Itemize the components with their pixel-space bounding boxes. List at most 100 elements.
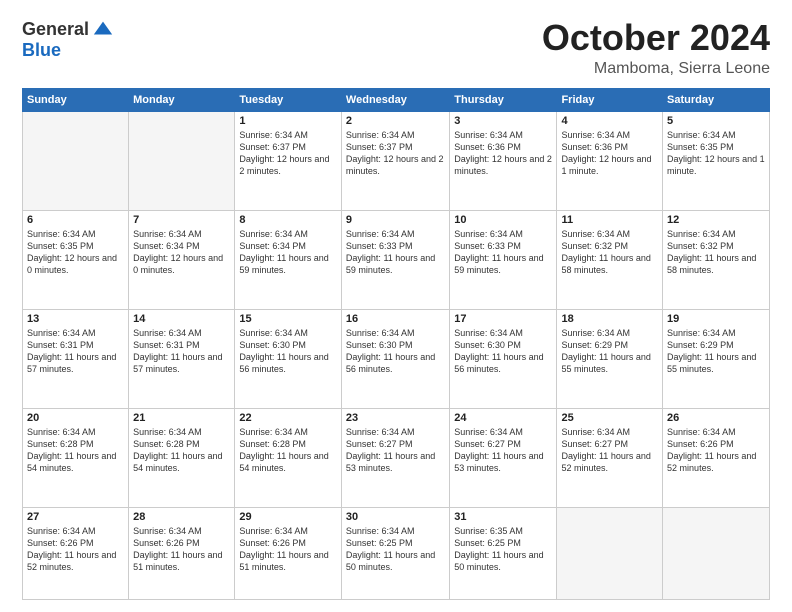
day-cell bbox=[557, 508, 663, 600]
day-info: Sunrise: 6:34 AM Sunset: 6:29 PM Dayligh… bbox=[667, 327, 765, 376]
day-number: 29 bbox=[239, 511, 337, 523]
day-info: Sunrise: 6:34 AM Sunset: 6:35 PM Dayligh… bbox=[667, 129, 765, 178]
logo-icon bbox=[92, 18, 114, 40]
day-cell: 14 Sunrise: 6:34 AM Sunset: 6:31 PM Dayli… bbox=[129, 309, 235, 408]
day-number: 6 bbox=[27, 214, 124, 226]
day-info: Sunrise: 6:34 AM Sunset: 6:29 PM Dayligh… bbox=[561, 327, 658, 376]
day-cell: 8 Sunrise: 6:34 AM Sunset: 6:34 PM Daylig… bbox=[235, 210, 342, 309]
day-cell: 16 Sunrise: 6:34 AM Sunset: 6:30 PM Dayli… bbox=[341, 309, 449, 408]
month-title: October 2024 bbox=[542, 18, 770, 58]
week-row-2: 6 Sunrise: 6:34 AM Sunset: 6:35 PM Daylig… bbox=[23, 210, 770, 309]
header: General Blue October 2024 Mamboma, Sierr… bbox=[22, 18, 770, 78]
day-info: Sunrise: 6:34 AM Sunset: 6:30 PM Dayligh… bbox=[239, 327, 337, 376]
day-number: 27 bbox=[27, 511, 124, 523]
day-info: Sunrise: 6:34 AM Sunset: 6:26 PM Dayligh… bbox=[667, 426, 765, 475]
day-info: Sunrise: 6:34 AM Sunset: 6:31 PM Dayligh… bbox=[27, 327, 124, 376]
calendar-header-friday: Friday bbox=[557, 88, 663, 111]
day-number: 11 bbox=[561, 214, 658, 226]
day-cell: 27Sunrise: 6:34 AM Sunset: 6:26 PM Dayli… bbox=[23, 508, 129, 600]
day-info: Sunrise: 6:34 AM Sunset: 6:28 PM Dayligh… bbox=[133, 426, 230, 475]
day-number: 30 bbox=[346, 511, 445, 523]
day-number: 26 bbox=[667, 412, 765, 424]
day-number: 10 bbox=[454, 214, 552, 226]
day-number: 21 bbox=[133, 412, 230, 424]
calendar-header-thursday: Thursday bbox=[450, 88, 557, 111]
day-cell: 5 Sunrise: 6:34 AM Sunset: 6:35 PM Daylig… bbox=[663, 111, 770, 210]
day-number: 1 bbox=[239, 115, 337, 127]
day-cell: 20 Sunrise: 6:34 AM Sunset: 6:28 PM Dayli… bbox=[23, 408, 129, 507]
day-number: 23 bbox=[346, 412, 445, 424]
calendar-header-saturday: Saturday bbox=[663, 88, 770, 111]
day-info: Sunrise: 6:34 AM Sunset: 6:35 PM Dayligh… bbox=[27, 228, 124, 277]
day-number: 15 bbox=[239, 313, 337, 325]
day-info: Sunrise: 6:34 AM Sunset: 6:30 PM Dayligh… bbox=[454, 327, 552, 376]
day-cell: 30Sunrise: 6:34 AM Sunset: 6:25 PM Dayli… bbox=[341, 508, 449, 600]
location-title: Mamboma, Sierra Leone bbox=[542, 60, 770, 78]
day-number: 2 bbox=[346, 115, 445, 127]
day-cell: 21 Sunrise: 6:34 AM Sunset: 6:28 PM Dayli… bbox=[129, 408, 235, 507]
day-info: Sunrise: 6:34 AM Sunset: 6:37 PM Dayligh… bbox=[239, 129, 337, 178]
day-info: Sunrise: 6:34 AM Sunset: 6:32 PM Dayligh… bbox=[561, 228, 658, 277]
day-number: 8 bbox=[239, 214, 337, 226]
week-row-5: 27 Sunrise: 6:34 AM Sunset: 6:26 PM Dayli… bbox=[23, 508, 770, 600]
day-info: Sunrise: 6:34 AM Sunset: 6:30 PM Dayligh… bbox=[346, 327, 445, 376]
day-number: 17 bbox=[454, 313, 552, 325]
day-number: 18 bbox=[561, 313, 658, 325]
day-cell: 15 Sunrise: 6:34 AM Sunset: 6:30 PM Dayli… bbox=[235, 309, 342, 408]
day-info: Sunrise: 6:35 AM Sunset: 6:25 PM Dayligh… bbox=[454, 525, 552, 574]
day-cell bbox=[23, 111, 129, 210]
day-cell: 29 Sunrise: 6:34 AM Sunset: 6:26 PM Dayli… bbox=[235, 508, 342, 600]
day-info: Sunrise: 6:34 AM Sunset: 6:33 PM Dayligh… bbox=[454, 228, 552, 277]
day-cell bbox=[663, 508, 770, 600]
day-cell: 9 Sunrise: 6:34 AM Sunset: 6:33 PM Daylig… bbox=[341, 210, 449, 309]
day-number: 3 bbox=[454, 115, 552, 127]
day-cell: 7 Sunrise: 6:34 AM Sunset: 6:34 PM Daylig… bbox=[129, 210, 235, 309]
day-number: 25 bbox=[561, 412, 658, 424]
title-block: October 2024 Mamboma, Sierra Leone bbox=[542, 18, 770, 78]
day-number: 19 bbox=[667, 313, 765, 325]
day-info: Sunrise: 6:34 AM Sunset: 6:26 PM Dayligh… bbox=[239, 525, 337, 574]
day-number: 4 bbox=[561, 115, 658, 127]
day-info: Sunrise: 6:34 AM Sunset: 6:34 PM Dayligh… bbox=[239, 228, 337, 277]
calendar-table: SundayMondayTuesdayWednesdayThursdayFrid… bbox=[22, 88, 770, 600]
day-number: 14 bbox=[133, 313, 230, 325]
day-info: Sunrise: 6:34 AM Sunset: 6:28 PM Dayligh… bbox=[239, 426, 337, 475]
day-info: Sunrise: 6:34 AM Sunset: 6:27 PM Dayligh… bbox=[454, 426, 552, 475]
day-number: 12 bbox=[667, 214, 765, 226]
day-number: 16 bbox=[346, 313, 445, 325]
day-number: 28 bbox=[133, 511, 230, 523]
day-info: Sunrise: 6:34 AM Sunset: 6:28 PM Dayligh… bbox=[27, 426, 124, 475]
day-info: Sunrise: 6:34 AM Sunset: 6:32 PM Dayligh… bbox=[667, 228, 765, 277]
calendar-header-wednesday: Wednesday bbox=[341, 88, 449, 111]
day-cell: 3Sunrise: 6:34 AM Sunset: 6:36 PM Daylig… bbox=[450, 111, 557, 210]
day-cell: 18 Sunrise: 6:34 AM Sunset: 6:29 PM Dayli… bbox=[557, 309, 663, 408]
day-number: 20 bbox=[27, 412, 124, 424]
day-number: 7 bbox=[133, 214, 230, 226]
day-number: 9 bbox=[346, 214, 445, 226]
day-number: 31 bbox=[454, 511, 552, 523]
day-cell: 10 Sunrise: 6:34 AM Sunset: 6:33 PM Dayli… bbox=[450, 210, 557, 309]
calendar-header-tuesday: Tuesday bbox=[235, 88, 342, 111]
day-cell: 13Sunrise: 6:34 AM Sunset: 6:31 PM Dayli… bbox=[23, 309, 129, 408]
day-cell: 22 Sunrise: 6:34 AM Sunset: 6:28 PM Dayli… bbox=[235, 408, 342, 507]
day-info: Sunrise: 6:34 AM Sunset: 6:27 PM Dayligh… bbox=[346, 426, 445, 475]
week-row-4: 20 Sunrise: 6:34 AM Sunset: 6:28 PM Dayli… bbox=[23, 408, 770, 507]
day-info: Sunrise: 6:34 AM Sunset: 6:26 PM Dayligh… bbox=[133, 525, 230, 574]
day-cell: 19 Sunrise: 6:34 AM Sunset: 6:29 PM Dayli… bbox=[663, 309, 770, 408]
day-cell: 23 Sunrise: 6:34 AM Sunset: 6:27 PM Dayli… bbox=[341, 408, 449, 507]
day-cell: 31 Sunrise: 6:35 AM Sunset: 6:25 PM Dayli… bbox=[450, 508, 557, 600]
day-cell: 28 Sunrise: 6:34 AM Sunset: 6:26 PM Dayli… bbox=[129, 508, 235, 600]
day-cell: 26 Sunrise: 6:34 AM Sunset: 6:26 PM Dayli… bbox=[663, 408, 770, 507]
day-info: Sunrise: 6:34 AM Sunset: 6:34 PM Dayligh… bbox=[133, 228, 230, 277]
day-cell: 1 Sunrise: 6:34 AM Sunset: 6:37 PM Daylig… bbox=[235, 111, 342, 210]
page: General Blue October 2024 Mamboma, Sierr… bbox=[0, 0, 792, 612]
day-cell: 2Sunrise: 6:34 AM Sunset: 6:37 PM Daylig… bbox=[341, 111, 449, 210]
day-info: Sunrise: 6:34 AM Sunset: 6:31 PM Dayligh… bbox=[133, 327, 230, 376]
day-number: 5 bbox=[667, 115, 765, 127]
week-row-3: 13Sunrise: 6:34 AM Sunset: 6:31 PM Dayli… bbox=[23, 309, 770, 408]
day-info: Sunrise: 6:34 AM Sunset: 6:33 PM Dayligh… bbox=[346, 228, 445, 277]
day-number: 22 bbox=[239, 412, 337, 424]
day-cell: 6 Sunrise: 6:34 AM Sunset: 6:35 PM Daylig… bbox=[23, 210, 129, 309]
day-cell: 24Sunrise: 6:34 AM Sunset: 6:27 PM Dayli… bbox=[450, 408, 557, 507]
day-cell: 4Sunrise: 6:34 AM Sunset: 6:36 PM Daylig… bbox=[557, 111, 663, 210]
